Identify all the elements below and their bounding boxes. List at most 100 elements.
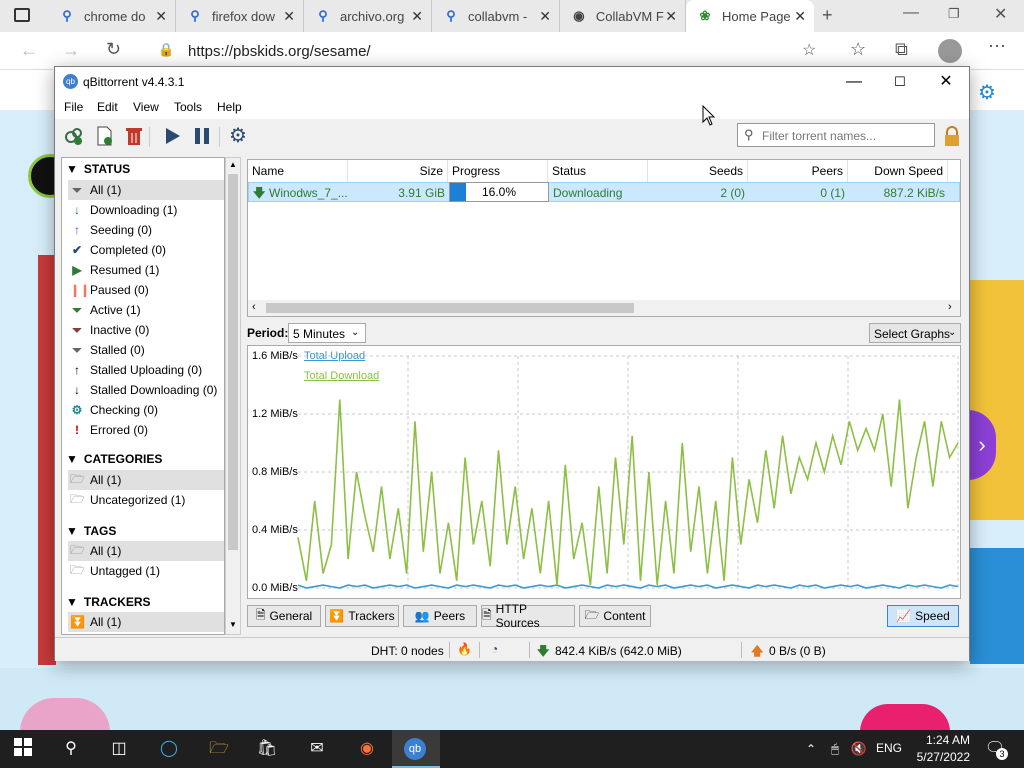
language-indicator[interactable]: ENG [876, 741, 902, 755]
status-filter-item[interactable]: ⚙ Checking (0) [68, 400, 224, 420]
menu-view[interactable]: View [133, 100, 159, 114]
task-view-icon[interactable]: ◫ [108, 738, 130, 760]
category-uncategorized[interactable]: 🗁 Uncategorized (1) [68, 490, 224, 510]
firefox-icon[interactable]: ◉ [356, 738, 378, 760]
list-horizontal-scrollbar[interactable]: ‹ › [248, 300, 960, 316]
url-text[interactable]: https://pbskids.org/sesame/ [188, 43, 371, 60]
file-explorer-icon[interactable]: 🗁 [208, 738, 230, 760]
restore-icon[interactable]: ❐ [948, 6, 960, 22]
status-filter-item[interactable]: ↓ Downloading (1) [68, 200, 224, 220]
resume-icon[interactable] [161, 125, 183, 147]
status-filter-item[interactable]: ❙❙ Paused (0) [68, 280, 224, 300]
column-header-size[interactable]: Size [348, 160, 448, 182]
column-header-name[interactable]: Name [248, 160, 348, 182]
browser-tab-1[interactable]: ⚲ chrome do ✕ [48, 0, 176, 32]
tag-all[interactable]: 🗁 All (1) [68, 541, 224, 561]
forward-icon[interactable]: → [62, 40, 80, 61]
url-box[interactable]: 🔒 https://pbskids.org/sesame/ ☆ [148, 36, 834, 66]
tags-section-header[interactable]: ▼ TAGS [66, 524, 116, 538]
status-filter-item[interactable]: ✔ Completed (0) [68, 240, 224, 260]
microsoft-store-icon[interactable]: 🛍 [256, 738, 278, 760]
browser-tab-3[interactable]: ⚲ archivo.org ✕ [304, 0, 432, 32]
status-section-header[interactable]: ▼ STATUS [66, 162, 130, 176]
browser-tab-5[interactable]: ◉ CollabVM F ✕ [560, 0, 686, 32]
delete-torrent-icon[interactable] [123, 125, 145, 147]
qbittorrent-taskbar-button[interactable]: qb [392, 730, 440, 768]
profile-avatar[interactable] [938, 39, 962, 63]
close-tab-icon[interactable]: ✕ [283, 8, 295, 25]
legend-total-upload[interactable]: Total Upload [304, 350, 365, 362]
close-tab-icon[interactable]: ✕ [155, 8, 167, 25]
tracker-all[interactable]: ⏬ All (1) [68, 612, 224, 632]
column-header-status[interactable]: Status [548, 160, 648, 182]
legend-total-download[interactable]: Total Download [304, 370, 379, 382]
status-filter-item[interactable]: ↓ Stalled Downloading (0) [68, 380, 224, 400]
settings-gear-icon[interactable]: ⚙ [978, 80, 996, 105]
menu-file[interactable]: File [64, 100, 83, 114]
period-select[interactable]: 5 Minutes ⌄ [288, 323, 366, 343]
menu-edit[interactable]: Edit [97, 100, 118, 114]
pause-icon[interactable] [191, 125, 213, 147]
start-windows-icon[interactable] [12, 738, 34, 760]
clock-date[interactable]: 5/27/2022 [906, 750, 970, 764]
qb-close-icon[interactable]: ✕ [923, 67, 969, 97]
browser-tab-2[interactable]: ⚲ firefox dow ✕ [176, 0, 304, 32]
minimize-icon[interactable]: — [903, 4, 919, 22]
lock-icon[interactable] [943, 125, 961, 147]
close-tab-icon[interactable]: ✕ [665, 8, 677, 25]
upload-speed-status[interactable]: 0 B/s (0 B) [769, 644, 826, 658]
column-header-down-speed[interactable]: Down Speed [848, 160, 948, 182]
tab-http-sources[interactable]: 🗎 HTTP Sources [481, 602, 575, 630]
tag-untagged[interactable]: 🗁 Untagged (1) [68, 561, 224, 581]
clock-time[interactable]: 1:24 AM [916, 733, 970, 747]
tab-peers[interactable]: 👥 Peers [403, 605, 477, 627]
browser-tab-4[interactable]: ⚲ collabvm - ✕ [432, 0, 560, 32]
scroll-down-icon[interactable]: ▼ [229, 620, 237, 629]
back-icon[interactable]: ← [20, 40, 38, 61]
collections-icon[interactable]: ⧉ [895, 39, 908, 60]
new-tab-icon[interactable]: + [822, 5, 833, 26]
column-header-peers[interactable]: Peers [748, 160, 848, 182]
status-filter-item[interactable]: ↑ Stalled Uploading (0) [68, 360, 224, 380]
options-gear-icon[interactable]: ⚙ [229, 125, 251, 147]
status-filter-item[interactable]: ⏷ Inactive (0) [68, 320, 224, 340]
filter-input[interactable]: ⚲ Filter torrent names... [737, 123, 935, 147]
status-filter-item[interactable]: ! Errored (0) [68, 420, 224, 440]
qb-title-bar[interactable]: qb qBittorrent v4.4.3.1 — ☐ ✕ [55, 67, 969, 97]
menu-help[interactable]: Help [217, 100, 242, 114]
status-filter-item[interactable]: ⏷ Stalled (0) [68, 340, 224, 360]
download-speed-status[interactable]: 842.4 KiB/s (642.0 MiB) [555, 644, 682, 658]
column-header-seeds[interactable]: Seeds [648, 160, 748, 182]
add-torrent-link-icon[interactable] [63, 125, 85, 147]
scroll-right-icon[interactable]: › [948, 301, 952, 313]
tab-general[interactable]: 🗎 General [247, 605, 321, 627]
volume-muted-icon[interactable]: 🔇 [848, 738, 870, 760]
column-header-progress[interactable]: Progress [448, 160, 548, 182]
categories-section-header[interactable]: ▼ CATEGORIES [66, 452, 162, 466]
trackers-section-header[interactable]: ▼ TRACKERS [66, 595, 151, 609]
close-icon[interactable]: ✕ [994, 4, 1007, 24]
more-icon[interactable]: ⋯ [988, 36, 1006, 57]
connection-status-icon[interactable]: 🔥 [457, 642, 472, 656]
network-icon[interactable]: 🖱 [824, 738, 846, 760]
tab-actions-icon[interactable] [14, 8, 30, 22]
add-favorite-icon[interactable]: ☆ [802, 40, 816, 60]
mail-icon[interactable]: ✉ [306, 738, 328, 760]
category-all[interactable]: 🗁 All (1) [68, 470, 224, 490]
close-tab-icon[interactable]: ✕ [411, 8, 423, 25]
scroll-up-icon[interactable]: ▲ [229, 160, 237, 169]
status-filter-item[interactable]: ⏷ All (1) [68, 180, 224, 200]
close-tab-icon[interactable]: ✕ [539, 8, 551, 25]
edge-browser-icon[interactable]: ◯ [158, 738, 180, 760]
tab-content[interactable]: 🗁 Content [579, 605, 651, 627]
status-filter-item[interactable]: ↑ Seeding (0) [68, 220, 224, 240]
browser-tab-6[interactable]: ❀ Home Page ✕ [686, 0, 814, 32]
refresh-icon[interactable]: ↻ [106, 39, 121, 60]
qb-maximize-icon[interactable]: ☐ [877, 67, 923, 97]
menu-tools[interactable]: Tools [174, 100, 202, 114]
sidebar-scrollbar[interactable]: ▲ ▼ [225, 157, 241, 635]
add-torrent-file-icon[interactable] [93, 125, 115, 147]
scroll-left-icon[interactable]: ‹ [252, 301, 256, 313]
tab-trackers[interactable]: ⏬ Trackers [325, 605, 399, 627]
search-icon[interactable]: ⚲ [60, 738, 82, 760]
